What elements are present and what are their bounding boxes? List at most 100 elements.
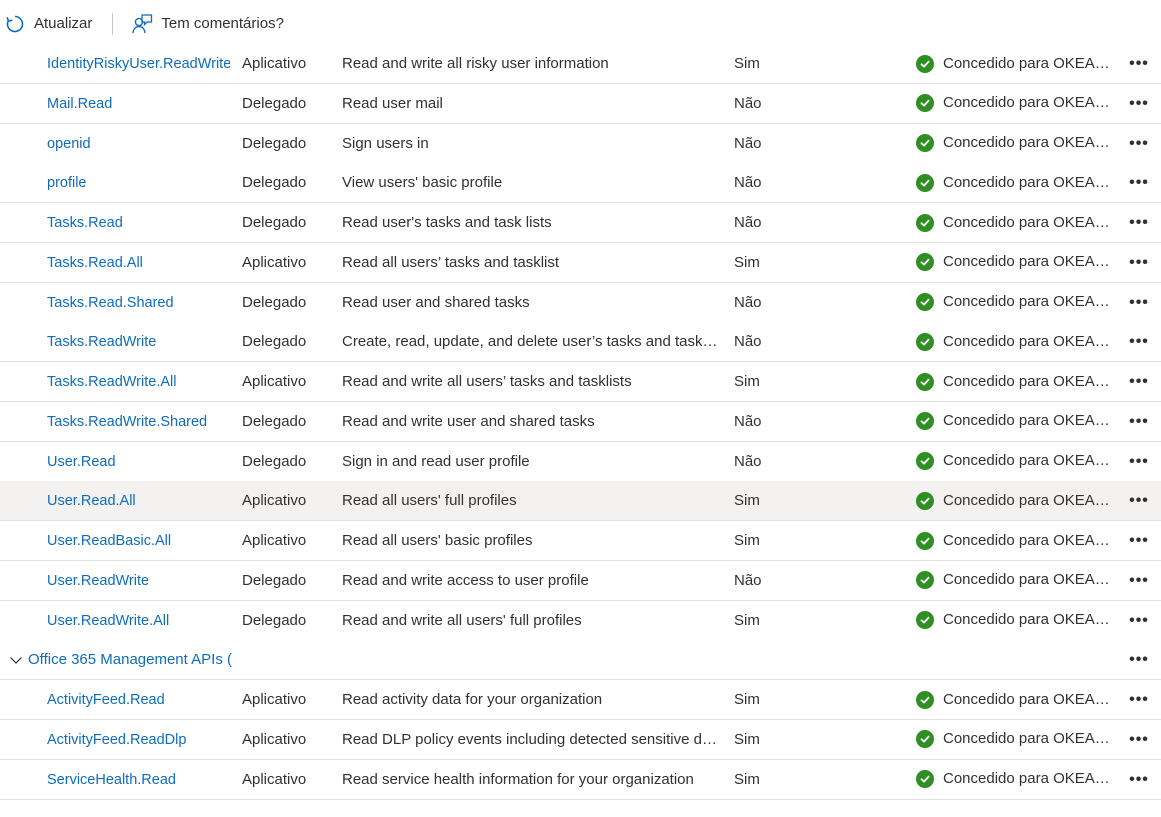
table-row[interactable]: Tasks.ReadWrite Delegado Create, read, upd… xyxy=(0,322,1161,363)
permission-description: Read and write user and shared tasks xyxy=(342,412,595,430)
permission-name-link[interactable]: User.Read.All xyxy=(47,481,230,520)
permission-name-link[interactable]: Tasks.ReadWrite.All xyxy=(47,362,230,401)
more-options-icon[interactable]: ••• xyxy=(1126,124,1152,163)
table-row[interactable]: User.Read Delegado Sign in and read user p… xyxy=(0,441,1161,482)
table-row[interactable]: Tasks.ReadWrite.Shared Delegado Read and w… xyxy=(0,401,1161,442)
permission-name-link[interactable]: Tasks.ReadWrite.Shared xyxy=(47,402,230,441)
table-row[interactable]: Tasks.ReadWrite.All Aplicativo Read and wr… xyxy=(0,362,1161,402)
granted-check-icon xyxy=(916,452,934,470)
status-text: Concedido para OKEANOS xyxy=(943,54,1111,72)
permission-type: Delegado xyxy=(242,333,307,351)
permission-name-link[interactable]: User.ReadWrite.All xyxy=(47,601,230,640)
permission-name-link[interactable]: Tasks.ReadWrite xyxy=(47,322,230,361)
permission-type: Delegado xyxy=(242,412,307,430)
permission-name-link[interactable]: IdentityRiskyUser.ReadWrite.All xyxy=(47,44,230,83)
more-options-icon[interactable]: ••• xyxy=(1126,601,1152,640)
table-row[interactable]: User.ReadBasic.All Aplicativo Read all use… xyxy=(0,521,1161,561)
more-options-icon[interactable]: ••• xyxy=(1126,163,1152,202)
refresh-icon xyxy=(4,13,26,35)
permission-description: Read DLP policy events including detecte… xyxy=(342,730,720,748)
command-bar: Atualizar Tem comentários? xyxy=(0,0,1161,48)
status-text: Concedido para OKEANOS xyxy=(943,173,1111,191)
permission-name-link[interactable]: Tasks.Read.Shared xyxy=(47,283,230,322)
chevron-down-icon[interactable] xyxy=(8,652,24,668)
table-row[interactable]: Tasks.Read.All Aplicativo Read all users’ … xyxy=(0,242,1161,283)
permission-name-link[interactable]: Mail.Read xyxy=(47,84,230,123)
more-options-icon[interactable]: ••• xyxy=(1126,283,1152,322)
table-row[interactable]: profile Delegado View users' basic profile… xyxy=(0,163,1161,204)
permission-type: Delegado xyxy=(242,134,307,152)
permission-name-link[interactable]: Tasks.Read.All xyxy=(47,243,230,282)
feedback-button[interactable]: Tem comentários? xyxy=(131,8,284,40)
more-options-icon[interactable]: ••• xyxy=(1126,362,1152,401)
status-cell: Concedido para OKEANOS xyxy=(916,521,1112,560)
more-options-icon[interactable]: ••• xyxy=(1126,442,1152,481)
more-options-icon[interactable]: ••• xyxy=(1126,760,1152,799)
permission-name-link[interactable]: ActivityFeed.Read xyxy=(47,680,230,719)
permission-type: Aplicativo xyxy=(242,253,307,271)
more-options-icon[interactable]: ••• xyxy=(1126,680,1152,719)
permission-name-link[interactable]: profile xyxy=(47,163,230,202)
permission-description: Read and write all users' full profiles xyxy=(342,611,582,629)
table-row[interactable]: ServiceHealth.Read Aplicativo Read service… xyxy=(0,759,1161,800)
permission-description: Read user mail xyxy=(342,94,443,112)
admin-consent-required: Não xyxy=(734,293,762,311)
permission-type: Delegado xyxy=(242,571,307,589)
permission-description: Sign in and read user profile xyxy=(342,452,530,470)
toolbar-divider xyxy=(112,12,114,35)
granted-check-icon xyxy=(916,690,934,709)
permission-name-link[interactable]: User.Read xyxy=(47,442,230,481)
granted-check-icon xyxy=(916,213,934,232)
permission-name-link[interactable]: ServiceHealth.Read xyxy=(47,760,230,799)
permission-description: Read all users' basic profiles xyxy=(342,532,533,549)
permission-description: Read and write all risky user informatio… xyxy=(342,55,609,72)
table-row[interactable]: User.ReadWrite.All Delegado Read and write… xyxy=(0,600,1161,641)
more-options-icon[interactable]: ••• xyxy=(1126,481,1152,520)
table-row[interactable]: ActivityFeed.ReadDlp Aplicativo Read DLP p… xyxy=(0,719,1161,760)
status-cell: Concedido para OKEANOS xyxy=(916,760,1112,799)
more-options-icon[interactable]: ••• xyxy=(1126,402,1152,441)
more-options-icon[interactable]: ••• xyxy=(1126,44,1152,83)
permission-type: Aplicativo xyxy=(242,691,307,708)
permission-description: Read all users’ tasks and tasklist xyxy=(342,253,560,271)
permission-type: Aplicativo xyxy=(242,373,307,390)
more-options-icon[interactable]: ••• xyxy=(1126,561,1152,600)
status-cell: Concedido para OKEANOS xyxy=(916,561,1112,600)
admin-consent-required: Sim xyxy=(734,373,760,390)
table-row[interactable]: openid Delegado Sign users in Não Concedido … xyxy=(0,123,1161,164)
more-options-icon[interactable]: ••• xyxy=(1126,322,1152,361)
table-row[interactable]: IdentityRiskyUser.ReadWrite.All Aplicativ… xyxy=(0,44,1161,84)
status-cell: Concedido para OKEANOS xyxy=(916,680,1112,719)
permission-description: Read and write access to user profile xyxy=(342,571,589,589)
status-cell: Concedido para OKEANOS xyxy=(916,84,1112,123)
admin-consent-required: Sim xyxy=(734,611,760,629)
granted-check-icon xyxy=(916,293,934,311)
permission-name-link[interactable]: User.ReadBasic.All xyxy=(47,521,230,560)
table-row[interactable]: User.ReadWrite Delegado Read and write acc… xyxy=(0,560,1161,601)
permission-type: Aplicativo xyxy=(242,730,307,748)
table-row[interactable]: Mail.Read Delegado Read user mail Não Conced… xyxy=(0,83,1161,124)
more-options-icon[interactable]: ••• xyxy=(1126,243,1152,282)
permission-type: Aplicativo xyxy=(242,532,307,549)
granted-check-icon xyxy=(916,730,934,749)
permission-name-link[interactable]: openid xyxy=(47,124,230,163)
permission-name-link[interactable]: User.ReadWrite xyxy=(47,561,230,600)
group-header[interactable]: Office 365 Management APIs ( xyxy=(8,640,268,679)
permission-name-link[interactable]: Tasks.Read xyxy=(47,203,230,242)
refresh-button[interactable]: Atualizar xyxy=(4,8,92,40)
granted-check-icon xyxy=(916,412,934,431)
admin-consent-required: Não xyxy=(734,452,762,470)
table-row[interactable]: User.Read.All Aplicativo Read all users' f… xyxy=(0,481,1161,522)
more-options-icon[interactable]: ••• xyxy=(1126,203,1152,242)
more-options-icon[interactable]: ••• xyxy=(1126,720,1152,759)
more-options-icon[interactable]: ••• xyxy=(1126,640,1152,679)
more-options-icon[interactable]: ••• xyxy=(1126,84,1152,123)
permission-name-link[interactable]: ActivityFeed.ReadDlp xyxy=(47,720,230,759)
table-row[interactable]: Tasks.Read Delegado Read user's tasks and … xyxy=(0,203,1161,243)
more-options-icon[interactable]: ••• xyxy=(1126,521,1152,560)
table-row[interactable]: Tasks.Read.Shared Delegado Read user and s… xyxy=(0,282,1161,323)
permission-type: Delegado xyxy=(242,94,307,112)
table-row[interactable]: ActivityFeed.Read Aplicativo Read activity… xyxy=(0,680,1161,720)
admin-consent-required: Sim xyxy=(734,691,760,708)
admin-consent-required: Sim xyxy=(734,253,760,271)
